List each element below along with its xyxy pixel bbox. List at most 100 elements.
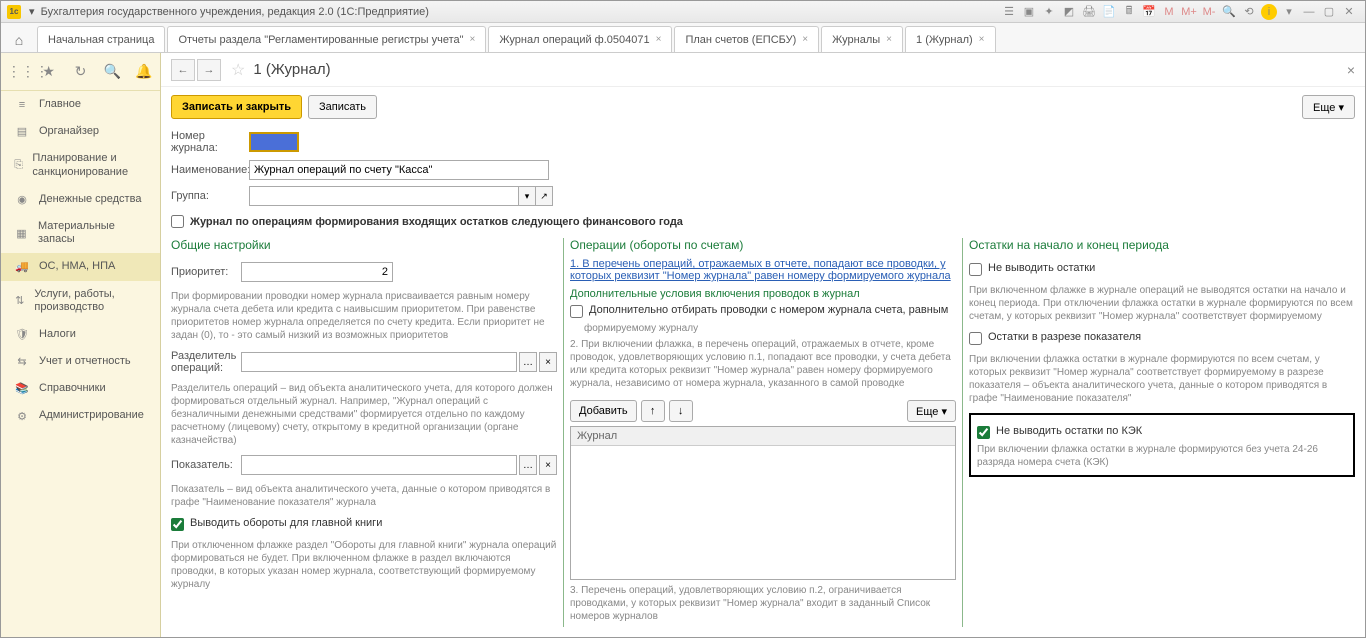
move-down-button[interactable]: ↓ — [669, 400, 693, 422]
number-label: Номер журнала: — [171, 130, 249, 154]
help-text: 3. Перечень операций, удовлетворяющих ус… — [570, 584, 956, 623]
name-label: Наименование: — [171, 164, 249, 176]
close-icon[interactable]: × — [979, 34, 985, 45]
tab-reports[interactable]: Отчеты раздела "Регламентированные регис… — [167, 26, 486, 52]
name-input[interactable] — [249, 160, 549, 180]
toolbar-icon[interactable]: ▣ — [1021, 4, 1037, 20]
balances-by-ind-checkbox[interactable] — [969, 332, 982, 345]
app-title: ▾ — [29, 5, 41, 18]
m-minus-icon[interactable]: M- — [1201, 4, 1217, 20]
year-checkbox[interactable] — [171, 215, 184, 228]
print-icon[interactable]: 🖨 — [1081, 4, 1097, 20]
save-close-button[interactable]: Записать и закрыть — [171, 95, 302, 119]
close-icon[interactable]: × — [886, 34, 892, 45]
number-input[interactable] — [249, 132, 299, 152]
clear-button[interactable]: × — [539, 352, 557, 372]
journal-list[interactable]: Журнал — [570, 426, 956, 580]
ellipsis-button[interactable]: … — [519, 352, 537, 372]
window-close-icon[interactable]: ✕ — [1341, 4, 1357, 20]
no-balances-label: Не выводить остатки — [988, 262, 1095, 274]
favorite-icon[interactable]: ☆ — [231, 60, 245, 80]
truck-icon: 🚚 — [13, 260, 31, 273]
tab-start[interactable]: Начальная страница — [37, 26, 165, 52]
nav-organizer[interactable]: ▤Органайзер — [1, 118, 160, 145]
close-page-icon[interactable]: × — [1347, 62, 1355, 78]
tab-journals[interactable]: Журналы× — [821, 26, 903, 52]
rule1-link[interactable]: 1. В перечень операций, отражаемых в отч… — [570, 258, 951, 282]
nav-materials[interactable]: ▦Материальные запасы — [1, 213, 160, 253]
info-icon[interactable]: i — [1261, 4, 1277, 20]
accounting-icon: ⇆ — [13, 355, 31, 368]
extra-filter-sub: формируемому журналу — [584, 323, 698, 334]
mainbook-checkbox[interactable] — [171, 518, 184, 531]
help-text: Показатель – вид объекта аналитического … — [171, 483, 557, 509]
history-icon[interactable]: ↻ — [70, 63, 90, 80]
m-plus-icon[interactable]: M+ — [1181, 4, 1197, 20]
search-icon[interactable]: 🔍 — [102, 63, 122, 80]
priority-input[interactable] — [241, 262, 393, 282]
shield-icon: 🛡 — [13, 328, 31, 341]
star-icon[interactable]: ★ — [39, 63, 59, 80]
nav-admin[interactable]: ⚙Администрирование — [1, 402, 160, 429]
nav-forward-button[interactable]: → — [197, 59, 221, 81]
planning-icon: ⎘ — [13, 159, 24, 172]
nav-references[interactable]: 📚Справочники — [1, 375, 160, 402]
toolbar-icon[interactable]: ◩ — [1061, 4, 1077, 20]
priority-label: Приоритет: — [171, 266, 241, 278]
ellipsis-button[interactable]: … — [519, 455, 537, 475]
back-icon[interactable]: ⟲ — [1241, 4, 1257, 20]
apps-icon[interactable]: ⋮⋮⋮ — [7, 63, 27, 80]
nav-services[interactable]: ⇅Услуги, работы, производство — [1, 281, 160, 321]
toolbar-icon[interactable]: ✦ — [1041, 4, 1057, 20]
no-kek-checkbox[interactable] — [977, 426, 990, 439]
services-icon: ⇅ — [13, 294, 26, 307]
gear-icon: ⚙ — [13, 410, 31, 423]
no-balances-checkbox[interactable] — [969, 263, 982, 276]
nav-back-button[interactable]: ← — [171, 59, 195, 81]
col2-subtitle: Дополнительные условия включения проводо… — [570, 288, 956, 300]
add-button[interactable]: Добавить — [570, 400, 637, 422]
dropdown-button[interactable]: ▾ — [518, 186, 536, 206]
bell-icon[interactable]: 🔔 — [134, 63, 154, 80]
calc-icon[interactable]: 🖩 — [1121, 4, 1137, 20]
app-logo-icon: 1c — [7, 5, 21, 19]
list-more-button[interactable]: Еще ▾ — [907, 400, 956, 422]
tab-journal-ops[interactable]: Журнал операций ф.0504071× — [488, 26, 672, 52]
tab-plan[interactable]: План счетов (ЕПСБУ)× — [674, 26, 819, 52]
toolbar-icon[interactable]: ☰ — [1001, 4, 1017, 20]
col1-title: Общие настройки — [171, 238, 557, 252]
books-icon: 📚 — [13, 382, 31, 395]
zoom-icon[interactable]: 🔍 — [1221, 4, 1237, 20]
balances-by-ind-label: Остатки в разрезе показателя — [988, 331, 1141, 343]
group-input[interactable] — [249, 186, 519, 206]
clear-button[interactable]: × — [539, 455, 557, 475]
extra-filter-checkbox[interactable] — [570, 305, 583, 318]
help-text: Разделитель операций – вид объекта анали… — [171, 382, 557, 447]
dropdown-icon[interactable]: ▾ — [1281, 4, 1297, 20]
minimize-icon[interactable]: — — [1301, 4, 1317, 20]
calendar-icon[interactable]: 📅 — [1141, 4, 1157, 20]
nav-main[interactable]: ≡Главное — [1, 91, 160, 118]
close-icon[interactable]: × — [470, 34, 476, 45]
save-button[interactable]: Записать — [308, 95, 377, 119]
maximize-icon[interactable]: ▢ — [1321, 4, 1337, 20]
close-icon[interactable]: × — [656, 34, 662, 45]
nav-planning[interactable]: ⎘Планирование и санкционирование — [1, 145, 160, 185]
materials-icon: ▦ — [13, 227, 30, 240]
close-icon[interactable]: × — [802, 34, 808, 45]
separator-input[interactable] — [241, 352, 517, 372]
extra-filter-label: Дополнительно отбирать проводки с номеро… — [589, 304, 948, 316]
nav-taxes[interactable]: 🛡Налоги — [1, 321, 160, 348]
toolbar-icon[interactable]: 📄 — [1101, 4, 1117, 20]
open-button[interactable]: ↗ — [535, 186, 553, 206]
m-icon[interactable]: M — [1161, 4, 1177, 20]
indicator-input[interactable] — [241, 455, 517, 475]
more-button[interactable]: Еще ▾ — [1302, 95, 1355, 119]
tab-journal-1[interactable]: 1 (Журнал)× — [905, 26, 995, 52]
move-up-button[interactable]: ↑ — [641, 400, 665, 422]
nav-money[interactable]: ◉Денежные средства — [1, 186, 160, 213]
home-icon[interactable]: ⌂ — [7, 28, 31, 52]
col2-title: Операции (обороты по счетам) — [570, 238, 956, 252]
nav-os[interactable]: 🚚ОС, НМА, НПА — [1, 253, 160, 280]
nav-accounting[interactable]: ⇆Учет и отчетность — [1, 348, 160, 375]
